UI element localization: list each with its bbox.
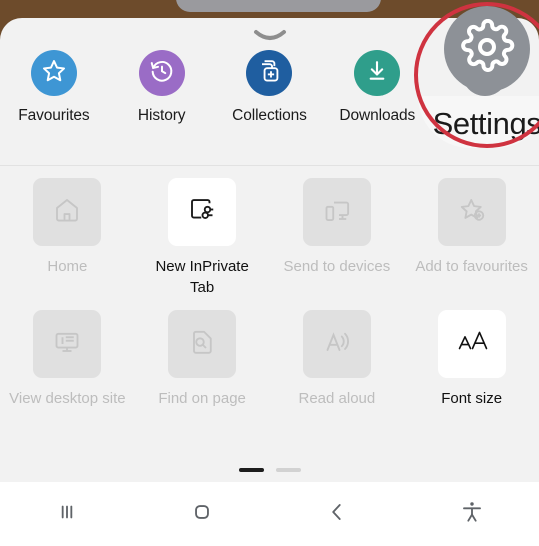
add-to-favourites-tile xyxy=(437,178,506,246)
find-page-icon xyxy=(187,327,217,362)
desktop-monitor-icon xyxy=(52,327,82,362)
back-button[interactable] xyxy=(270,482,405,546)
action-new-inprivate-tab[interactable]: New InPrivate Tab xyxy=(135,178,270,298)
send-to-devices-tile xyxy=(302,178,371,246)
back-chevron-icon xyxy=(324,499,350,530)
gear-icon xyxy=(459,18,515,80)
view-desktop-site-tile xyxy=(33,310,102,378)
action-label: Find on page xyxy=(158,390,246,407)
action-label: Home xyxy=(47,258,88,275)
shortcut-label: History xyxy=(137,107,186,124)
download-arrow-icon xyxy=(363,57,391,90)
star-add-icon xyxy=(457,195,487,230)
inprivate-tile xyxy=(168,178,237,246)
page-dot-1[interactable] xyxy=(238,468,264,472)
action-read-aloud[interactable]: Read aloud xyxy=(270,310,405,409)
home-button[interactable] xyxy=(135,482,270,546)
shortcut-favourites[interactable]: Favourites xyxy=(0,50,108,162)
font-size-icon xyxy=(455,327,489,362)
settings-zoom-label: Settings xyxy=(432,106,539,141)
action-home[interactable]: Home xyxy=(0,178,135,298)
downloads-circle xyxy=(354,50,401,96)
settings-zoom-circle xyxy=(444,6,530,92)
android-nav-bar xyxy=(0,482,539,546)
collapse-handle[interactable] xyxy=(248,28,292,44)
star-icon xyxy=(40,57,68,90)
read-aloud-icon xyxy=(322,327,352,362)
home-tile xyxy=(33,178,102,246)
favourites-circle xyxy=(30,50,77,96)
shortcut-collections[interactable]: Collections xyxy=(216,50,324,162)
action-send-to-devices[interactable]: Send to devices xyxy=(270,178,405,298)
shortcut-label: Favourites xyxy=(18,107,90,124)
collections-circle xyxy=(246,50,293,96)
history-clock-icon xyxy=(148,57,176,90)
accessibility-button[interactable] xyxy=(404,482,539,546)
find-on-page-tile xyxy=(168,310,237,378)
page-indicator xyxy=(0,468,539,472)
home-icon xyxy=(52,195,82,230)
send-to-devices-icon xyxy=(322,195,352,230)
font-size-tile xyxy=(437,310,506,378)
home-circle-icon xyxy=(189,499,215,530)
action-label: Read aloud xyxy=(298,390,376,407)
action-label: View desktop site xyxy=(9,390,126,407)
shortcut-label: Collections xyxy=(232,107,307,124)
shortcut-history[interactable]: History xyxy=(108,50,216,162)
action-find-on-page[interactable]: Find on page xyxy=(135,310,270,409)
action-label: Send to devices xyxy=(283,258,391,275)
recents-icon xyxy=(54,499,80,530)
shortcut-label: Downloads xyxy=(339,107,416,124)
phone-screen: Favourites History Collections Downloads… xyxy=(0,0,539,546)
action-view-desktop-site[interactable]: View desktop site xyxy=(0,310,135,409)
page-dot-2[interactable] xyxy=(275,468,301,472)
collections-add-icon xyxy=(255,57,283,90)
action-font-size[interactable]: Font size xyxy=(404,310,539,409)
menu-action-grid: Home New InPrivate Tab Send to devices A… xyxy=(0,178,539,421)
settings-zoom-callout[interactable]: Settings xyxy=(418,6,539,142)
shortcut-downloads[interactable]: Downloads xyxy=(323,50,431,162)
action-add-to-favourites[interactable]: Add to favourites xyxy=(404,178,539,298)
action-label: Font size xyxy=(441,390,503,407)
action-label: Add to favourites xyxy=(415,258,528,275)
read-aloud-tile xyxy=(302,310,371,378)
section-divider xyxy=(0,165,539,166)
action-label: New InPrivate Tab xyxy=(155,258,249,296)
page-background-card xyxy=(176,0,381,12)
inprivate-icon xyxy=(187,195,217,230)
recents-button[interactable] xyxy=(0,482,135,546)
history-circle xyxy=(138,50,185,96)
accessibility-icon xyxy=(459,499,485,530)
